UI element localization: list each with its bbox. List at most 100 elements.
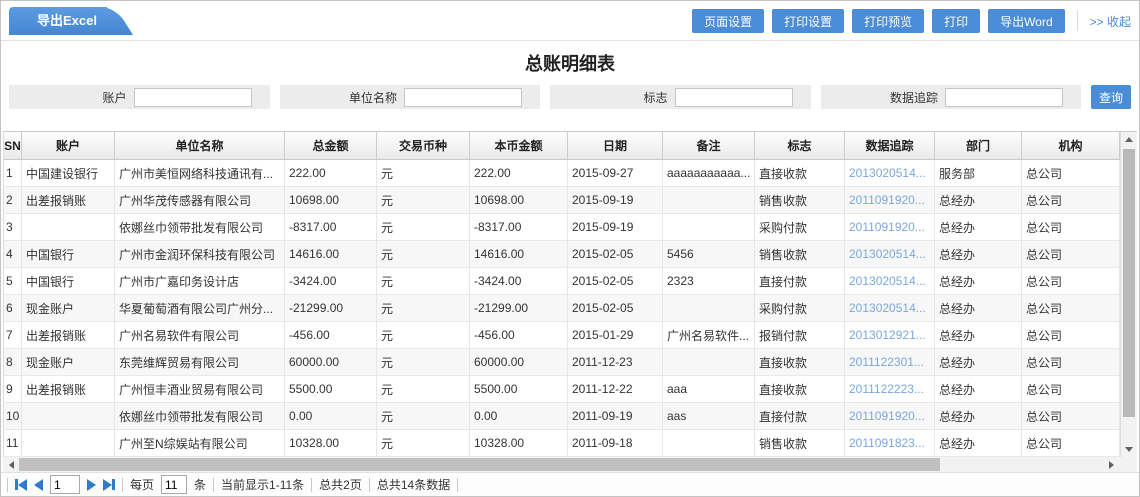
page-title: 总账明细表 xyxy=(1,41,1139,83)
table-row[interactable]: 7出差报销账广州名易软件有限公司-456.00元-456.002015-01-2… xyxy=(4,322,1120,349)
column-header-9[interactable]: 数据追踪 xyxy=(845,132,935,159)
collapse-panel-link[interactable]: >> 收起 xyxy=(1090,13,1131,30)
column-header-1[interactable]: 账户 xyxy=(22,132,115,159)
horizontal-scrollbar[interactable] xyxy=(3,457,1137,472)
per-page-prefix: 每页 xyxy=(130,476,154,493)
vertical-scrollbar[interactable] xyxy=(1120,132,1137,457)
table-cell: 1 xyxy=(4,160,22,186)
table-row[interactable]: 3依娜丝巾领带批发有限公司-8317.00元-8317.002015-09-19… xyxy=(4,214,1120,241)
table-cell: 总经办 xyxy=(935,349,1022,375)
data-trace-input[interactable] xyxy=(945,88,1063,107)
data-trace-link[interactable]: 2011091823... xyxy=(845,430,935,456)
page-input[interactable] xyxy=(50,475,80,494)
table-cell: 7 xyxy=(4,322,22,348)
search-group-account: 账户 xyxy=(9,85,270,109)
table-cell: 广州名易软件有限公司 xyxy=(115,322,285,348)
table-cell xyxy=(22,403,115,429)
column-header-4[interactable]: 交易币种 xyxy=(377,132,470,159)
column-header-5[interactable]: 本币金额 xyxy=(470,132,568,159)
column-header-11[interactable]: 机构 xyxy=(1022,132,1120,159)
table-cell: 现金账户 xyxy=(22,349,115,375)
table-row[interactable]: 8现金账户东莞维辉贸易有限公司60000.00元60000.002011-12-… xyxy=(4,349,1120,376)
account-input[interactable] xyxy=(134,88,252,107)
toolbar-button-3[interactable]: 打印 xyxy=(932,9,980,33)
column-header-6[interactable]: 日期 xyxy=(568,132,663,159)
toolbar-button-0[interactable]: 页面设置 xyxy=(692,9,764,33)
table-cell: 元 xyxy=(377,241,470,267)
search-group-flag: 标志 xyxy=(550,85,811,109)
pagination-divider xyxy=(369,478,370,492)
scroll-up-icon[interactable] xyxy=(1121,132,1137,147)
table-row[interactable]: 2出差报销账广州华茂传感器有限公司10698.00元10698.002015-0… xyxy=(4,187,1120,214)
table-cell: 总公司 xyxy=(1022,322,1120,348)
table-row[interactable]: 4中国银行广州市金润环保科技有限公司14616.00元14616.002015-… xyxy=(4,241,1120,268)
data-trace-link[interactable]: 2011091920... xyxy=(845,187,935,213)
table-cell: 广州市广嘉印务设计店 xyxy=(115,268,285,294)
table-cell: 元 xyxy=(377,214,470,240)
table-row[interactable]: 10依娜丝巾领带批发有限公司0.00元0.002011-09-19aas直接付款… xyxy=(4,403,1120,430)
toolbar-button-1[interactable]: 打印设置 xyxy=(772,9,844,33)
export-excel-tab[interactable]: 导出Excel xyxy=(9,7,107,35)
table-row[interactable]: 1中国建设银行广州市美恒网络科技通讯有...222.00元222.002015-… xyxy=(4,160,1120,187)
unit-name-input[interactable] xyxy=(404,88,522,107)
table-cell: 6 xyxy=(4,295,22,321)
flag-input[interactable] xyxy=(675,88,793,107)
table-cell: -3424.00 xyxy=(470,268,568,294)
vertical-scrollbar-thumb[interactable] xyxy=(1123,149,1135,417)
first-page-icon[interactable] xyxy=(15,479,27,491)
table-cell: 5456 xyxy=(663,241,755,267)
table-cell: 总公司 xyxy=(1022,376,1120,402)
table-cell: 10698.00 xyxy=(285,187,377,213)
data-trace-link[interactable]: 2011122223... xyxy=(845,376,935,402)
table-cell: 现金账户 xyxy=(22,295,115,321)
data-trace-link[interactable]: 2011122301... xyxy=(845,349,935,375)
scroll-right-icon[interactable] xyxy=(1103,457,1119,472)
data-trace-link[interactable]: 2013012921... xyxy=(845,322,935,348)
table-cell: 广州名易软件... xyxy=(663,322,755,348)
horizontal-scrollbar-thumb[interactable] xyxy=(19,458,940,471)
table-cell: 总经办 xyxy=(935,187,1022,213)
column-header-8[interactable]: 标志 xyxy=(755,132,845,159)
table-cell: 2015-09-19 xyxy=(568,187,663,213)
table-cell: 总经办 xyxy=(935,322,1022,348)
column-header-7[interactable]: 备注 xyxy=(663,132,755,159)
scroll-down-icon[interactable] xyxy=(1121,442,1137,457)
data-trace-link[interactable]: 2011091920... xyxy=(845,214,935,240)
query-button[interactable]: 查询 xyxy=(1091,85,1131,109)
table-row[interactable]: 9出差报销账广州恒丰酒业贸易有限公司5500.00元5500.002011-12… xyxy=(4,376,1120,403)
toolbar-button-4[interactable]: 导出Word xyxy=(988,9,1064,33)
table-cell: 总公司 xyxy=(1022,268,1120,294)
table-cell: 中国银行 xyxy=(22,241,115,267)
data-trace-link[interactable]: 2011091920... xyxy=(845,403,935,429)
data-trace-link[interactable]: 2013020514... xyxy=(845,268,935,294)
table-cell: 14616.00 xyxy=(470,241,568,267)
data-trace-link[interactable]: 2013020514... xyxy=(845,160,935,186)
data-trace-link[interactable]: 2013020514... xyxy=(845,241,935,267)
toolbar: 导出Excel 页面设置打印设置打印预览打印导出Word >> 收起 xyxy=(1,1,1139,41)
pagination-divider xyxy=(457,478,458,492)
prev-page-icon[interactable] xyxy=(34,479,43,491)
table-cell: 直接收款 xyxy=(755,160,845,186)
toolbar-button-2[interactable]: 打印预览 xyxy=(852,9,924,33)
table-row[interactable]: 11广州至N综娱站有限公司10328.00元10328.002011-09-18… xyxy=(4,430,1120,457)
horizontal-scrollbar-track[interactable] xyxy=(19,457,1103,472)
table-cell: 总经办 xyxy=(935,403,1022,429)
table-cell: 报销付款 xyxy=(755,322,845,348)
table-row[interactable]: 6现金账户华夏葡萄酒有限公司广州分...-21299.00元-21299.002… xyxy=(4,295,1120,322)
data-trace-link[interactable]: 2013020514... xyxy=(845,295,935,321)
table-cell: 总经办 xyxy=(935,295,1022,321)
column-header-0[interactable]: SN xyxy=(4,132,22,159)
pagination-divider xyxy=(122,478,123,492)
scroll-left-icon[interactable] xyxy=(3,457,19,472)
column-header-10[interactable]: 部门 xyxy=(935,132,1022,159)
column-header-3[interactable]: 总金额 xyxy=(285,132,377,159)
data-trace-label: 数据追踪 xyxy=(890,89,938,106)
table-cell: 0.00 xyxy=(285,403,377,429)
column-header-2[interactable]: 单位名称 xyxy=(115,132,285,159)
table-cell: 元 xyxy=(377,268,470,294)
last-page-icon[interactable] xyxy=(103,479,115,491)
per-page-input[interactable] xyxy=(161,475,187,494)
table-row[interactable]: 5中国银行广州市广嘉印务设计店-3424.00元-3424.002015-02-… xyxy=(4,268,1120,295)
table-cell: 广州至N综娱站有限公司 xyxy=(115,430,285,456)
next-page-icon[interactable] xyxy=(87,479,96,491)
